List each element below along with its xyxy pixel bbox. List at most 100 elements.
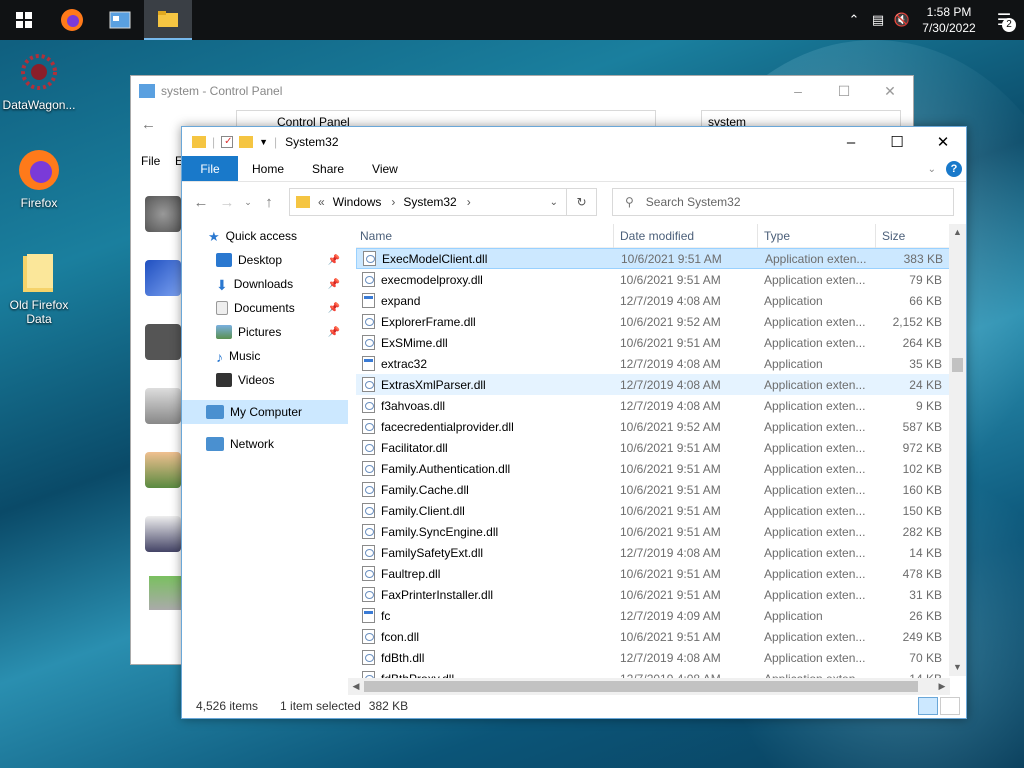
taskbar-file-explorer[interactable] bbox=[144, 0, 192, 40]
sidebar-item-downloads[interactable]: ⬇ Downloads 📌 bbox=[182, 272, 348, 296]
device-icon[interactable] bbox=[145, 388, 181, 424]
minimize-button[interactable]: – bbox=[828, 127, 874, 157]
file-row[interactable]: Family.Authentication.dll 10/6/2021 9:51 … bbox=[356, 458, 952, 479]
file-explorer-window[interactable]: | ✓ ▼ | System32 – ☐ ✕ File Home Share V… bbox=[181, 126, 967, 719]
expand-ribbon-icon[interactable]: ⌄ bbox=[928, 164, 936, 175]
file-row[interactable]: ExtrasXmlParser.dll 12/7/2019 4:08 AM Appl… bbox=[356, 374, 952, 395]
file-row[interactable]: execmodelproxy.dll 10/6/2021 9:51 AM Appli… bbox=[356, 269, 952, 290]
backup-icon[interactable] bbox=[149, 576, 183, 610]
close-button[interactable]: ✕ bbox=[920, 127, 966, 157]
address-overflow[interactable]: « bbox=[318, 195, 325, 209]
start-button[interactable] bbox=[0, 0, 48, 40]
explorer-titlebar[interactable]: | ✓ ▼ | System32 – ☐ ✕ bbox=[182, 127, 966, 157]
file-row[interactable]: ExSMime.dll 10/6/2021 9:51 AM Application … bbox=[356, 332, 952, 353]
up-button[interactable]: ↑ bbox=[256, 189, 282, 215]
file-row[interactable]: Family.SyncEngine.dll 10/6/2021 9:51 AM Ap… bbox=[356, 521, 952, 542]
file-row[interactable]: extrac32 12/7/2019 4:08 AM Application 35 K… bbox=[356, 353, 952, 374]
file-row[interactable]: f3ahvoas.dll 12/7/2019 4:08 AM Application… bbox=[356, 395, 952, 416]
taskbar-firefox[interactable] bbox=[48, 0, 96, 40]
scroll-up-icon[interactable]: ▲ bbox=[949, 224, 966, 241]
chevron-right-icon[interactable]: › bbox=[391, 195, 395, 209]
large-icons-view-button[interactable] bbox=[940, 697, 960, 715]
file-size: 478 KB bbox=[902, 566, 942, 581]
sidebar-item-documents[interactable]: Documents 📌 bbox=[182, 296, 348, 320]
monitor-icon[interactable] bbox=[145, 324, 181, 360]
file-row[interactable]: Facilitator.dll 10/6/2021 9:51 AM Applicat… bbox=[356, 437, 952, 458]
menu-file[interactable]: File bbox=[141, 154, 160, 168]
file-row[interactable]: Family.Client.dll 10/6/2021 9:51 AM Applic… bbox=[356, 500, 952, 521]
close-button[interactable]: ✕ bbox=[867, 76, 913, 106]
recent-locations-button[interactable]: ⌄ bbox=[240, 189, 256, 215]
scroll-thumb[interactable] bbox=[364, 681, 918, 692]
help-icon[interactable]: ? bbox=[946, 161, 962, 177]
forward-button[interactable]: → bbox=[214, 189, 240, 215]
file-name-cell: Faultrep.dll bbox=[356, 566, 614, 581]
refresh-button[interactable]: ↻ bbox=[567, 188, 597, 216]
column-header-date-modified[interactable]: Date modified bbox=[614, 224, 758, 248]
details-view-button[interactable] bbox=[918, 697, 938, 715]
back-button[interactable]: ← bbox=[188, 189, 214, 215]
file-row[interactable]: FaxPrinterInstaller.dll 10/6/2021 9:51 AM… bbox=[356, 584, 952, 605]
notification-center-button[interactable]: ☰ 2 bbox=[984, 0, 1024, 40]
address-dropdown-icon[interactable]: ⌄ bbox=[550, 197, 558, 208]
file-row[interactable]: ExecModelClient.dll 10/6/2021 9:51 AM Appl… bbox=[356, 248, 952, 269]
file-row[interactable]: ExplorerFrame.dll 10/6/2021 9:52 AM Applic… bbox=[356, 311, 952, 332]
sidebar-item-videos[interactable]: Videos bbox=[182, 368, 348, 392]
sidebar-item-network[interactable]: Network bbox=[182, 432, 348, 456]
taskbar-control-panel[interactable] bbox=[96, 0, 144, 40]
users-icon[interactable] bbox=[145, 452, 181, 488]
sidebar-item-desktop[interactable]: Desktop 📌 bbox=[182, 248, 348, 272]
maximize-button[interactable]: ☐ bbox=[821, 76, 867, 106]
desktop-icon-datawagon[interactable]: DataWagon... bbox=[0, 50, 78, 112]
scroll-down-icon[interactable]: ▼ bbox=[949, 659, 966, 676]
sidebar-item-my-computer[interactable]: My Computer bbox=[182, 400, 348, 424]
sidebar-item-music[interactable]: ♪ Music bbox=[182, 344, 348, 368]
network-icon[interactable]: ▤ bbox=[866, 0, 890, 40]
tab-file[interactable]: File bbox=[182, 156, 238, 181]
file-row[interactable]: fcon.dll 10/6/2021 9:51 AM Application ext… bbox=[356, 626, 952, 647]
tab-view[interactable]: View bbox=[358, 156, 412, 181]
column-header-size[interactable]: Size bbox=[876, 224, 946, 248]
tab-share[interactable]: Share bbox=[298, 156, 358, 181]
file-type: Application bbox=[764, 356, 823, 371]
file-row[interactable]: Faultrep.dll 10/6/2021 9:51 AM Application… bbox=[356, 563, 952, 584]
desktop-icon-firefox[interactable]: Firefox bbox=[0, 148, 78, 210]
flag-icon[interactable] bbox=[145, 260, 181, 296]
scroll-right-icon[interactable]: ▶ bbox=[934, 678, 950, 695]
file-name-cell: Family.Client.dll bbox=[356, 503, 614, 518]
sidebar-item-pictures[interactable]: Pictures 📌 bbox=[182, 320, 348, 344]
checklist-icon[interactable] bbox=[145, 516, 181, 552]
dll-file-icon bbox=[362, 398, 375, 413]
volume-muted-icon[interactable]: 🔇 bbox=[890, 0, 914, 40]
file-row[interactable]: fdBth.dll 12/7/2019 4:08 AM Application ex… bbox=[356, 647, 952, 668]
file-row[interactable]: Family.Cache.dll 10/6/2021 9:51 AM Applica… bbox=[356, 479, 952, 500]
back-arrow-icon[interactable]: ← bbox=[141, 116, 156, 133]
file-row[interactable]: fc 12/7/2019 4:09 AM Application 26 KB bbox=[356, 605, 952, 626]
address-bar[interactable]: « Windows › System32 › ⌄ bbox=[289, 188, 567, 216]
column-header-type[interactable]: Type bbox=[758, 224, 876, 248]
scroll-left-icon[interactable]: ◀ bbox=[348, 678, 364, 695]
sidebar-item-quick-access[interactable]: ★ Quick access bbox=[182, 224, 348, 248]
chevron-up-icon[interactable]: ⌃ bbox=[842, 0, 866, 40]
tab-home[interactable]: Home bbox=[238, 156, 298, 181]
file-row[interactable]: facecredentialprovider.dll 10/6/2021 9:52… bbox=[356, 416, 952, 437]
maximize-button[interactable]: ☐ bbox=[874, 127, 920, 157]
minimize-button[interactable]: – bbox=[775, 76, 821, 106]
file-row[interactable]: FamilySafetyExt.dll 12/7/2019 4:08 AM Appl… bbox=[356, 542, 952, 563]
file-row[interactable]: expand 12/7/2019 4:08 AM Application 66 KB bbox=[356, 290, 952, 311]
file-type: Application exten... bbox=[764, 629, 866, 644]
chevron-right-icon[interactable]: › bbox=[467, 195, 471, 209]
clock[interactable]: 1:58 PM 7/30/2022 bbox=[914, 4, 984, 36]
breadcrumb-system32[interactable]: System32 bbox=[403, 195, 456, 209]
scroll-thumb[interactable] bbox=[952, 358, 963, 372]
file-name: Faultrep.dll bbox=[381, 566, 441, 581]
horizontal-scrollbar[interactable]: ◀ ▶ bbox=[348, 678, 950, 695]
new-folder-icon[interactable] bbox=[239, 136, 254, 148]
vertical-scrollbar[interactable]: ▲ ▼ bbox=[949, 224, 966, 676]
customize-toolbar-icon[interactable]: ▼ bbox=[259, 137, 268, 147]
properties-icon[interactable]: ✓ bbox=[221, 136, 234, 148]
speaker-icon[interactable] bbox=[145, 196, 181, 232]
desktop-icon-old-firefox-data[interactable]: Old Firefox Data bbox=[0, 250, 78, 326]
breadcrumb-windows[interactable]: Windows bbox=[333, 195, 382, 209]
search-box[interactable]: ⚲ Search System32 bbox=[612, 188, 954, 216]
